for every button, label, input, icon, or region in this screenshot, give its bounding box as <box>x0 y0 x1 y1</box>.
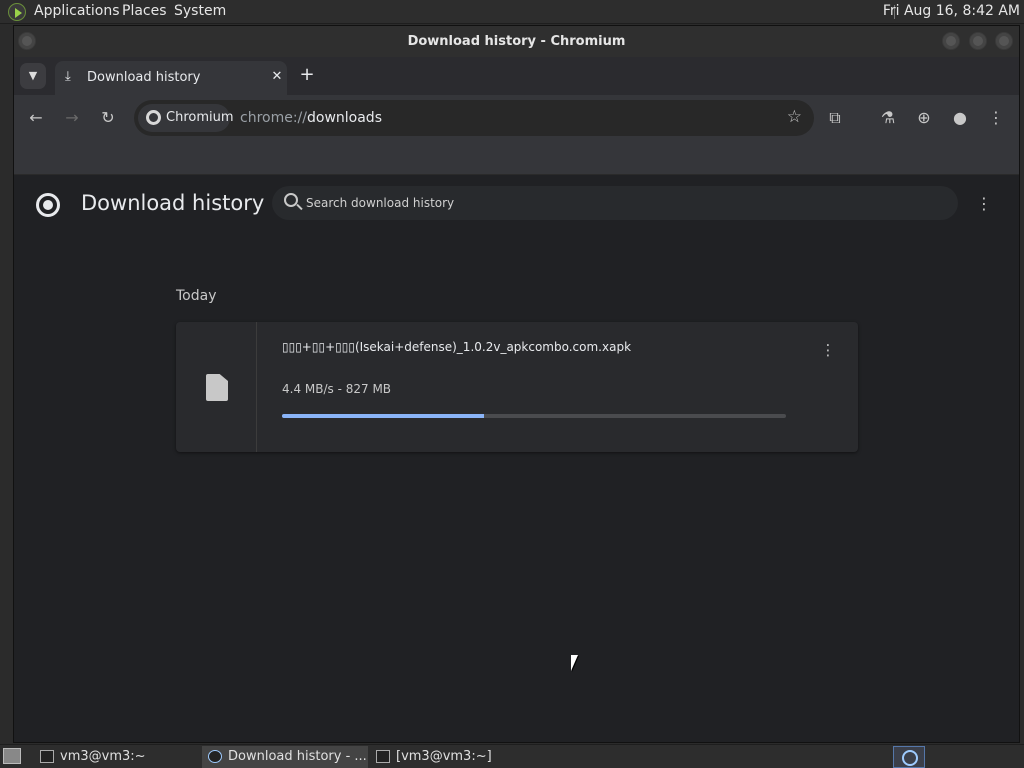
reload-icon: ↻ <box>101 108 115 127</box>
site-chip-label: Chromium <box>166 110 234 125</box>
tab-close-icon[interactable]: ✕ <box>267 69 287 84</box>
download-circle-icon: ⊕ <box>917 108 931 127</box>
arrow-left-icon: ← <box>29 108 43 127</box>
new-tab-button[interactable]: + <box>296 65 318 87</box>
chevron-down-icon: ▼ <box>28 69 38 82</box>
places-menu[interactable]: Places <box>122 3 167 19</box>
bookmark-star-icon[interactable]: ☆ <box>787 107 802 127</box>
file-icon <box>206 374 228 401</box>
close-window-button[interactable] <box>995 32 1013 50</box>
downloads-button[interactable]: ⊕ <box>912 106 936 130</box>
avatar-icon: ● <box>953 108 967 127</box>
extensions-button[interactable]: ⧉ <box>823 106 847 130</box>
download-item: ▯▯▯+▯▯+▯▯▯(Isekai+defense)_1.0.2v_apkcom… <box>176 322 858 452</box>
system-menu[interactable]: System <box>174 3 226 19</box>
plus-icon: + <box>299 64 315 85</box>
taskbar-item-terminal-1[interactable]: vm3@vm3:~ <box>34 746 198 768</box>
chromium-icon <box>146 110 161 125</box>
chromium-icon <box>208 750 222 763</box>
profile-button[interactable]: ● <box>948 106 972 130</box>
labs-button[interactable]: ⚗ <box>876 106 900 130</box>
download-icon: ⤓ <box>65 69 71 84</box>
workspace-switcher-chromium-icon[interactable] <box>893 746 925 768</box>
download-progress-text: 4.4 MB/s - 827 MB <box>282 382 392 396</box>
search-input[interactable] <box>306 194 926 212</box>
top-panel: Applications Places System Fri Aug 16, 8… <box>0 0 1024 24</box>
terminal-icon <box>376 750 390 763</box>
taskbar-item-label: [vm3@vm3:~] <box>396 749 492 764</box>
site-info-chip[interactable]: Chromium <box>138 104 234 132</box>
browser-window: Download history - Chromium ▼ ⤓ Download… <box>13 25 1020 743</box>
taskbar-item-label: Download history - ... <box>228 749 367 764</box>
address-bar[interactable]: Chromium chrome://downloads ☆ <box>134 100 814 136</box>
back-button[interactable]: ← <box>24 106 48 130</box>
taskbar-item-chromium[interactable]: Download history - ... <box>202 746 368 768</box>
window-title: Download history - Chromium <box>407 34 626 49</box>
puzzle-icon: ⧉ <box>829 108 841 127</box>
download-file-name[interactable]: ▯▯▯+▯▯+▯▯▯(Isekai+defense)_1.0.2v_apkcom… <box>282 340 631 354</box>
taskbar: vm3@vm3:~ Download history - ... [vm3@vm… <box>0 744 1024 768</box>
applications-menu[interactable]: Applications <box>34 3 120 19</box>
kebab-menu-icon: ⋮ <box>820 341 836 359</box>
forward-button[interactable]: → <box>60 106 84 130</box>
url-text[interactable]: chrome://downloads <box>240 110 382 126</box>
tab-search-button[interactable]: ▼ <box>20 63 46 89</box>
search-box[interactable] <box>272 186 958 220</box>
taskbar-item-label: vm3@vm3:~ <box>60 749 146 764</box>
tab-title: Download history <box>87 70 201 85</box>
tab-strip: ▼ ⤓ Download history ✕ + <box>14 57 1019 95</box>
arrow-right-icon: → <box>65 108 79 127</box>
kebab-menu-icon: ⋮ <box>988 108 1004 127</box>
terminal-icon <box>40 750 54 763</box>
show-desktop-button[interactable] <box>3 748 21 764</box>
info-bar <box>14 141 1019 175</box>
kebab-menu-icon: ⋮ <box>976 194 992 213</box>
search-icon <box>284 193 298 207</box>
flask-icon: ⚗ <box>880 108 896 127</box>
downloads-page: Download history ⋮ Today ▯▯▯+▯▯+▯▯▯(Isek… <box>14 175 1019 742</box>
download-progress-bar <box>282 414 786 418</box>
reload-button[interactable]: ↻ <box>96 106 120 130</box>
mouse-cursor <box>571 655 578 671</box>
page-more-actions-button[interactable]: ⋮ <box>974 192 994 216</box>
clock[interactable]: Fri Aug 16, 8:42 AM <box>883 3 1020 19</box>
distro-logo-icon[interactable] <box>8 3 26 21</box>
browser-toolbar: ← → ↻ Chromium chrome://downloads ☆ ⧉ ⚗ … <box>14 95 1019 141</box>
page-title: Download history <box>81 191 265 215</box>
tab-download-history[interactable]: ⤓ Download history ✕ <box>55 61 287 95</box>
taskbar-item-terminal-2[interactable]: [vm3@vm3:~] <box>370 746 540 768</box>
window-menu-button[interactable] <box>18 32 36 50</box>
window-titlebar[interactable]: Download history - Chromium <box>14 26 1019 57</box>
chromium-logo-icon <box>36 193 60 217</box>
maximize-button[interactable] <box>969 32 987 50</box>
url-host: downloads <box>307 110 382 126</box>
date-header: Today <box>176 288 217 304</box>
url-scheme: chrome:// <box>240 110 307 126</box>
browser-menu-button[interactable]: ⋮ <box>984 106 1008 130</box>
download-file-icon-cell <box>176 322 257 452</box>
minimize-button[interactable] <box>942 32 960 50</box>
download-progress-fill <box>282 414 484 418</box>
download-item-menu-button[interactable]: ⋮ <box>820 340 836 360</box>
